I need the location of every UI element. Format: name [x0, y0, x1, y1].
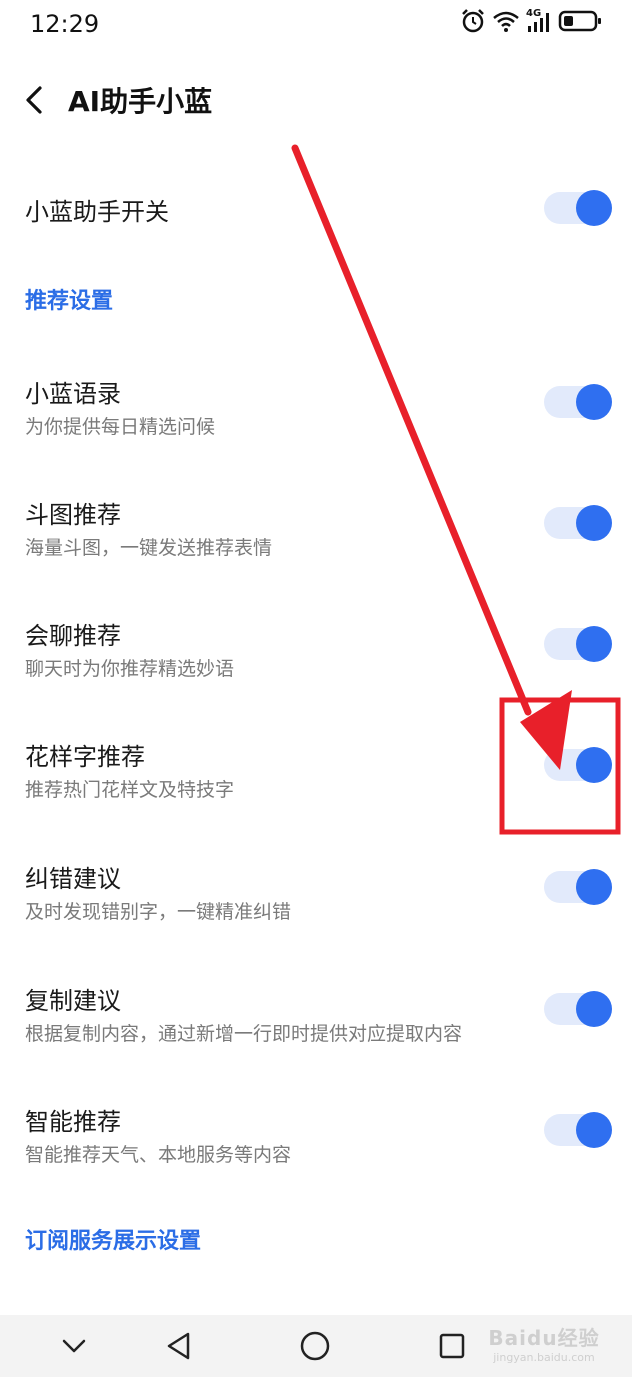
setting-subtitle: 根据复制内容，通过新增一行即时提供对应提取内容 — [25, 1023, 463, 1045]
wifi-icon — [493, 11, 519, 32]
setting-subtitle: 及时发现错别字，一键精准纠错 — [25, 901, 292, 923]
setting-toggle[interactable] — [544, 384, 612, 420]
setting-toggle[interactable] — [544, 747, 612, 783]
setting-subtitle: 为你提供每日精选问候 — [25, 416, 216, 438]
watermark-url: jingyan.baidu.com — [493, 1351, 595, 1364]
status-time: 12:29 — [30, 10, 100, 38]
setting-toggle[interactable] — [544, 869, 612, 905]
status-bar: 12:29 4G — [0, 0, 632, 50]
section-header-subscribe: 订阅服务展示设置 — [25, 1229, 202, 1254]
setting-title: 智能推荐 — [25, 1108, 121, 1136]
page-title: AI助手小蓝 — [68, 85, 213, 118]
main-toggle-label: 小蓝助手开关 — [25, 198, 169, 226]
setting-row[interactable]: 纠错建议 及时发现错别字，一键精准纠错 — [0, 855, 632, 935]
setting-subtitle: 海量斗图，一键发送推荐表情 — [25, 537, 273, 559]
nav-recents-icon — [439, 1333, 465, 1359]
status-icons: 4G — [460, 8, 602, 34]
watermark: Baidu经验 jingyan.baidu.com — [484, 1322, 604, 1366]
setting-title: 复制建议 — [25, 987, 121, 1015]
setting-row[interactable]: 智能推荐 智能推荐天气、本地服务等内容 — [0, 1098, 632, 1178]
section-header-recommend: 推荐设置 — [25, 289, 114, 314]
header: AI助手小蓝 — [0, 60, 632, 140]
setting-subtitle: 推荐热门花样文及特技字 — [25, 779, 235, 801]
setting-toggle[interactable] — [544, 505, 612, 541]
setting-row[interactable]: 斗图推荐 海量斗图，一键发送推荐表情 — [0, 491, 632, 571]
setting-row[interactable]: 会聊推荐 聊天时为你推荐精选妙语 — [0, 612, 632, 692]
setting-row[interactable]: 小蓝语录 为你提供每日精选问候 — [0, 370, 632, 450]
setting-toggle[interactable] — [544, 1112, 612, 1148]
setting-title: 斗图推荐 — [25, 501, 121, 529]
nav-down-icon — [62, 1339, 86, 1353]
setting-title: 花样字推荐 — [25, 743, 145, 771]
setting-toggle[interactable] — [544, 626, 612, 662]
setting-subtitle: 智能推荐天气、本地服务等内容 — [25, 1144, 292, 1166]
nav-back-icon — [167, 1332, 190, 1360]
nav-down-button[interactable] — [34, 1315, 114, 1377]
nav-recents-button[interactable] — [412, 1315, 492, 1377]
main-toggle-row[interactable]: 小蓝助手开关 — [0, 180, 632, 240]
setting-row[interactable]: 复制建议 根据复制内容，通过新增一行即时提供对应提取内容 — [0, 977, 632, 1057]
setting-title: 纠错建议 — [25, 865, 121, 893]
nav-home-icon — [300, 1331, 330, 1361]
setting-toggle[interactable] — [544, 991, 612, 1027]
nav-home-button[interactable] — [275, 1315, 355, 1377]
nav-back-button[interactable] — [138, 1315, 218, 1377]
setting-title: 小蓝语录 — [25, 380, 121, 408]
back-icon[interactable] — [20, 82, 52, 118]
signal-icon: 4G — [526, 8, 552, 34]
battery-icon — [558, 10, 601, 32]
watermark-brand: Baidu经验 — [488, 1326, 600, 1350]
setting-row[interactable]: 花样字推荐 推荐热门花样文及特技字 — [0, 733, 632, 813]
setting-subtitle: 聊天时为你推荐精选妙语 — [25, 658, 235, 680]
setting-title: 会聊推荐 — [25, 622, 121, 650]
alarm-icon — [462, 9, 484, 33]
main-toggle-switch[interactable] — [544, 190, 612, 226]
